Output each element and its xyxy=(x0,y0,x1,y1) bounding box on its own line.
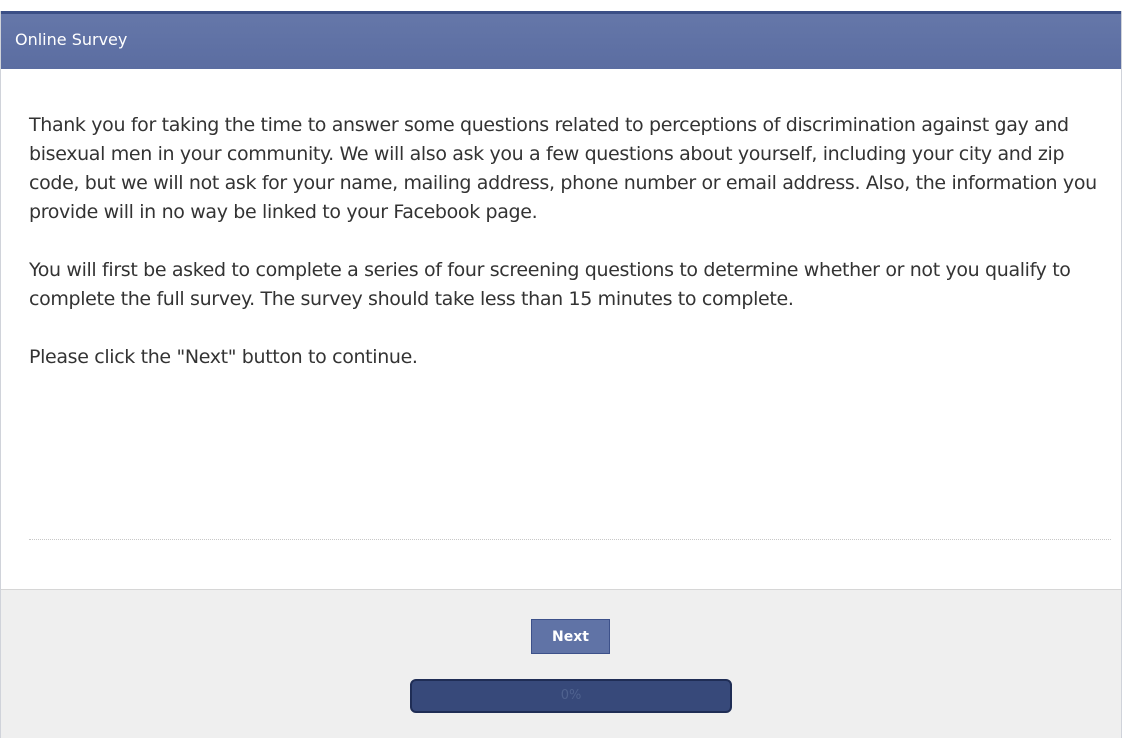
intro-paragraph-1: Thank you for taking the time to answer … xyxy=(29,114,1097,223)
next-button[interactable]: Next xyxy=(531,619,610,654)
intro-paragraph-2: You will first be asked to complete a se… xyxy=(29,259,1071,310)
top-strip xyxy=(0,0,1122,11)
header-bar: Online Survey xyxy=(1,11,1121,69)
intro-text: Thank you for taking the time to answer … xyxy=(29,111,1109,401)
footer-panel: Next 0% xyxy=(1,589,1121,738)
progress-label: 0% xyxy=(560,688,582,703)
content-divider xyxy=(29,539,1111,540)
page-title: Online Survey xyxy=(15,30,128,49)
progress-bar: 0% xyxy=(410,679,732,713)
intro-paragraph-3: Please click the "Next" button to contin… xyxy=(29,346,418,368)
survey-frame: Online Survey Thank you for taking the t… xyxy=(0,11,1122,738)
